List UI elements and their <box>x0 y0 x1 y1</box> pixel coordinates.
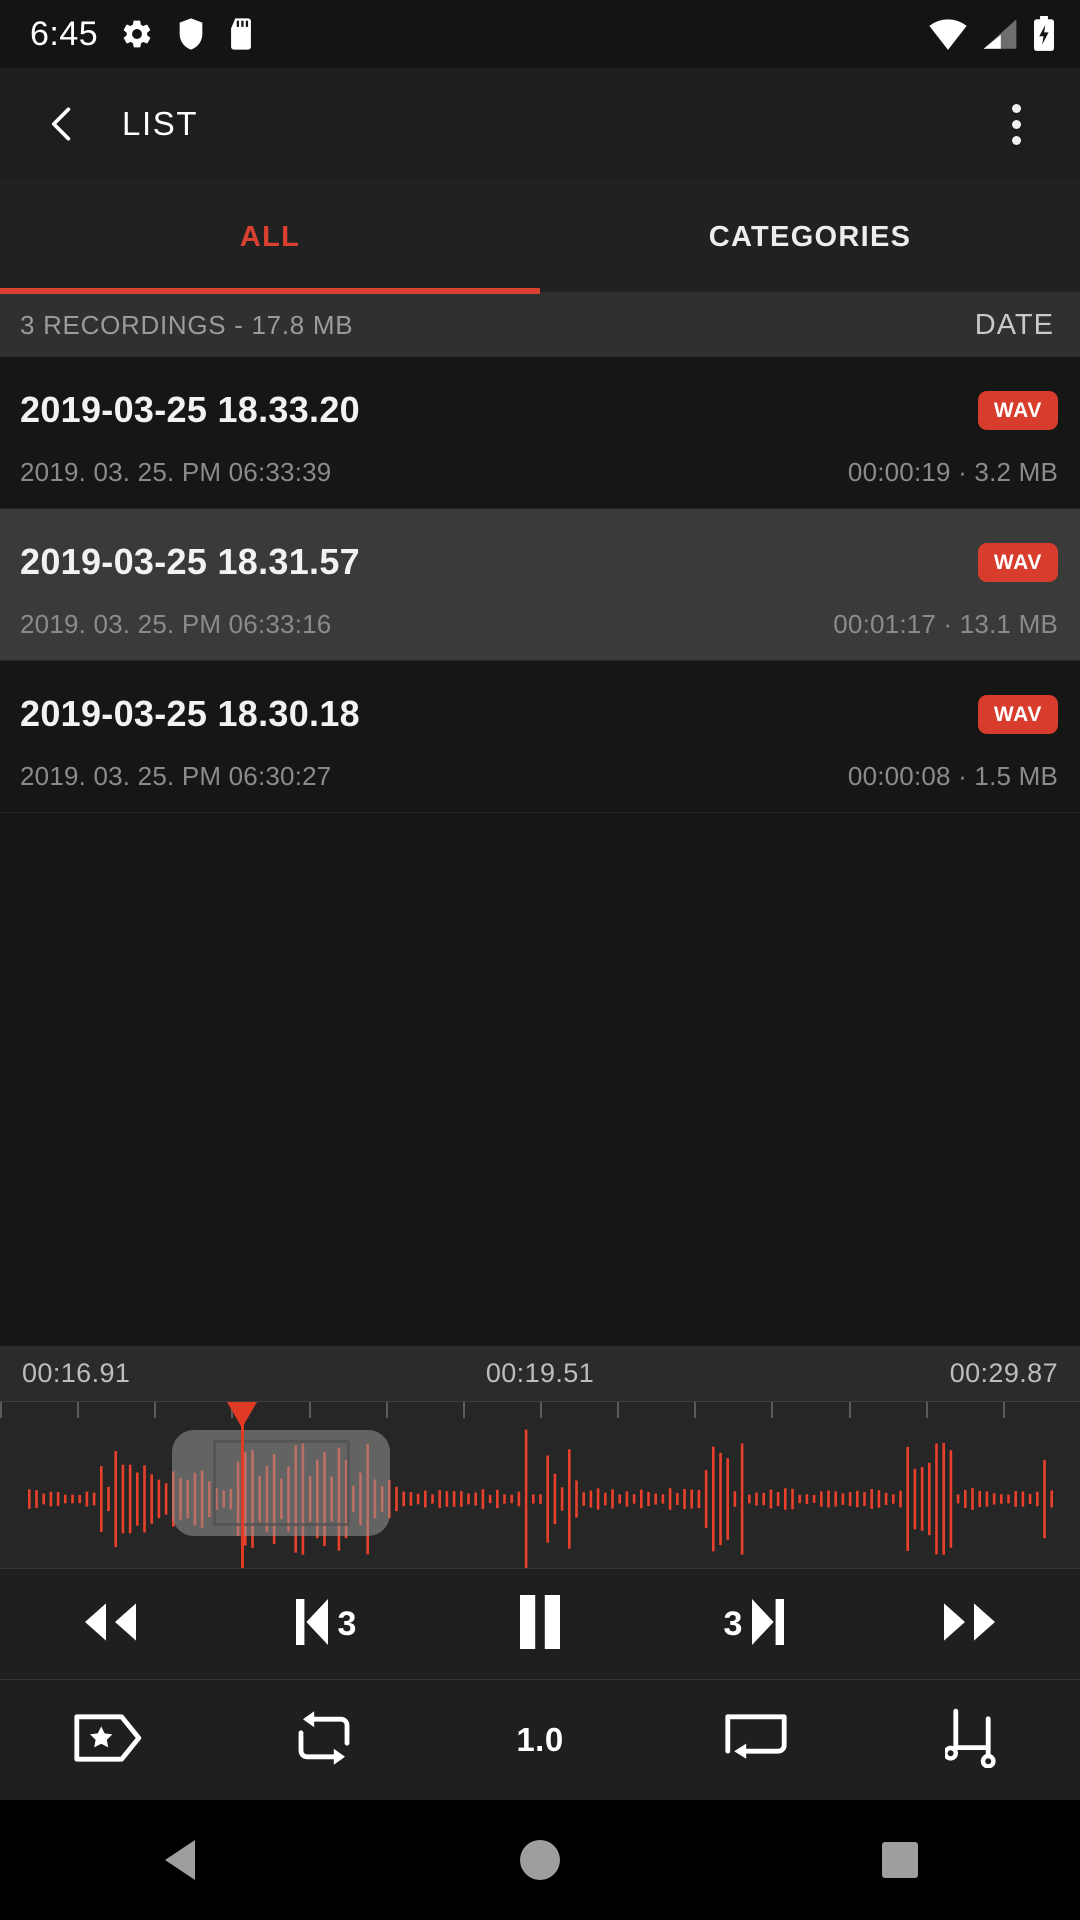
skip-previous-icon <box>292 1595 332 1654</box>
status-badge: WAV <box>977 390 1058 430</box>
overflow-menu-icon <box>1011 103 1021 145</box>
recording-meta-row: 2019. 03. 25. PM 06:30:27 00:00:08 · 1.5… <box>20 761 1058 792</box>
pause-icon <box>516 1593 564 1656</box>
shield-icon <box>176 17 206 51</box>
table-row[interactable]: 2019-03-25 18.30.18 WAV 2019. 03. 25. PM… <box>0 661 1080 813</box>
tools-bar: 1.0 <box>0 1680 1080 1800</box>
skip-forward-button[interactable]: 3 <box>681 1568 831 1680</box>
playback-speed-button[interactable]: 1.0 <box>465 1680 615 1800</box>
status-badge: WAV <box>977 542 1058 582</box>
tab-active-indicator <box>0 288 540 294</box>
skip-back-button[interactable]: 3 <box>249 1568 399 1680</box>
recording-title: 2019-03-25 18.30.18 <box>20 693 360 734</box>
playback-speed-label: 1.0 <box>516 1721 564 1758</box>
status-bar-right <box>928 16 1056 52</box>
system-nav-bar <box>0 1800 1080 1920</box>
tab-all[interactable]: ALL <box>0 180 540 294</box>
status-badge: WAV <box>977 694 1058 734</box>
battery-charging-icon <box>1032 16 1056 52</box>
transport-controls: 3 3 <box>0 1568 1080 1680</box>
timeline-labels: 00:16.91 00:19.51 00:29.87 <box>0 1346 1080 1401</box>
tab-categories[interactable]: CATEGORIES <box>540 180 1080 294</box>
timeline-start-label: 00:16.91 <box>22 1358 131 1388</box>
gear-icon <box>120 17 154 51</box>
region-select-icon <box>723 1712 789 1769</box>
skip-next-icon <box>748 1595 788 1654</box>
status-clock: 6:45 <box>30 14 99 53</box>
nav-back-button[interactable] <box>105 1800 255 1920</box>
selection-handle-inner[interactable] <box>213 1440 350 1526</box>
trim-icon <box>943 1708 999 1773</box>
chevron-left-icon <box>40 102 84 146</box>
cell-signal-icon <box>982 17 1018 51</box>
nav-home-icon <box>520 1840 560 1880</box>
recording-title-row: 2019-03-25 18.30.18 WAV <box>20 661 1058 735</box>
recording-date: 2019. 03. 25. PM 06:30:27 <box>20 761 332 791</box>
rewind-button[interactable] <box>33 1568 183 1680</box>
repeat-button[interactable] <box>249 1680 399 1800</box>
sdcard-icon <box>228 17 254 51</box>
waveform-scrubber[interactable] <box>0 1401 1080 1568</box>
nav-recents-icon <box>882 1842 918 1878</box>
bookmark-button[interactable] <box>33 1680 183 1800</box>
recording-meta-row: 2019. 03. 25. PM 06:33:39 00:00:19 · 3.2… <box>20 457 1058 488</box>
recording-title: 2019-03-25 18.31.57 <box>20 541 360 582</box>
region-select-button[interactable] <box>681 1680 831 1800</box>
recording-title-row: 2019-03-25 18.31.57 WAV <box>20 509 1058 583</box>
fast-forward-button[interactable] <box>897 1568 1047 1680</box>
repeat-icon <box>293 1710 355 1771</box>
app-screen: 6:45 LIST ALL CATEGORIES 3 RECORDINGS - … <box>0 0 1080 1920</box>
recording-title-row: 2019-03-25 18.33.20 WAV <box>20 357 1058 431</box>
sort-by-button[interactable]: DATE <box>975 309 1054 342</box>
summary-bar: 3 RECORDINGS - 17.8 MB DATE <box>0 294 1080 357</box>
skip-back-seconds: 3 <box>337 1604 357 1643</box>
app-bar: LIST <box>0 68 1080 180</box>
nav-back-icon <box>165 1840 195 1880</box>
trim-button[interactable] <box>897 1680 1047 1800</box>
recording-duration-size: 00:00:19 · 3.2 MB <box>847 457 1058 487</box>
recording-duration-size: 00:00:08 · 1.5 MB <box>847 761 1058 791</box>
wifi-icon <box>928 17 968 51</box>
overflow-menu-button[interactable] <box>980 88 1052 160</box>
skip-forward-seconds: 3 <box>723 1604 743 1643</box>
recording-duration-size: 00:01:17 · 13.1 MB <box>833 609 1058 639</box>
nav-home-button[interactable] <box>465 1800 615 1920</box>
waveform <box>28 1429 1053 1568</box>
nav-recents-button[interactable] <box>825 1800 975 1920</box>
recording-meta-row: 2019. 03. 25. PM 06:33:16 00:01:17 · 13.… <box>20 609 1058 640</box>
timeline-current-label: 00:19.51 <box>485 1358 595 1388</box>
bookmark-star-icon <box>72 1712 144 1769</box>
fast-forward-icon <box>934 1597 1010 1652</box>
tab-bar: ALL CATEGORIES <box>0 180 1080 294</box>
recording-date: 2019. 03. 25. PM 06:33:16 <box>20 609 332 639</box>
back-button[interactable] <box>26 88 98 160</box>
recording-date: 2019. 03. 25. PM 06:33:39 <box>20 457 332 487</box>
recording-title: 2019-03-25 18.33.20 <box>20 389 360 430</box>
recordings-list: 2019-03-25 18.33.20 WAV 2019. 03. 25. PM… <box>0 357 1080 1346</box>
playhead-marker-icon[interactable] <box>227 1402 257 1428</box>
divider <box>0 812 1080 813</box>
rewind-icon <box>70 1597 146 1652</box>
timeline-end-label: 00:29.87 <box>949 1358 1058 1388</box>
pause-button[interactable] <box>465 1568 615 1680</box>
table-row[interactable]: 2019-03-25 18.33.20 WAV 2019. 03. 25. PM… <box>0 357 1080 509</box>
status-bar: 6:45 <box>0 0 1080 68</box>
status-bar-left: 6:45 <box>30 15 254 54</box>
table-row[interactable]: 2019-03-25 18.31.57 WAV 2019. 03. 25. PM… <box>0 509 1080 661</box>
recordings-count-label: 3 RECORDINGS - 17.8 MB <box>20 310 354 340</box>
page-title: LIST <box>122 105 199 142</box>
